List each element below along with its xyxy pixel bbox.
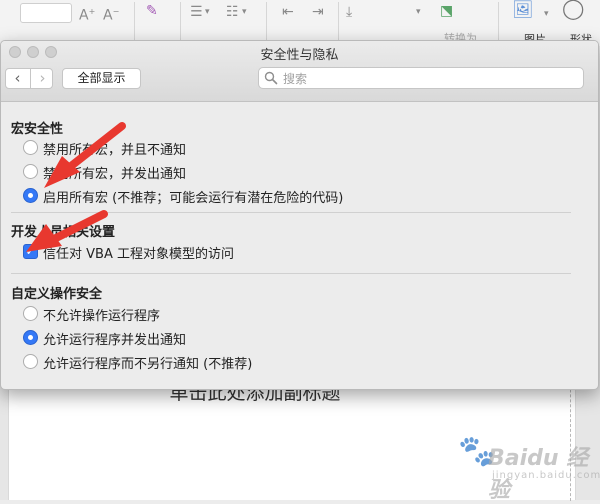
radio-button[interactable] <box>23 164 38 179</box>
ribbon-divider <box>180 2 181 42</box>
clear-format-icon[interactable]: ✎ <box>146 3 158 19</box>
indent-icon[interactable]: ⇥ <box>312 4 324 20</box>
forward-button[interactable]: › <box>30 69 54 88</box>
shapes-icon[interactable]: ◯ <box>562 0 584 18</box>
radio-button-selected[interactable] <box>23 330 38 345</box>
back-button[interactable]: ‹ <box>6 69 29 88</box>
text-direction-icon[interactable]: ⤓ <box>346 4 352 20</box>
nav-button-group: ‹ › <box>5 68 53 89</box>
bullets-icon[interactable]: ☰ <box>190 4 203 20</box>
search-field[interactable]: 搜索 <box>258 67 584 89</box>
dialog-title: 安全性与隐私 <box>260 48 339 63</box>
ribbon-divider <box>266 2 267 42</box>
font-size-down-icon[interactable]: A− <box>103 4 119 24</box>
font-size-up-icon[interactable]: A+ <box>79 4 95 24</box>
numbering-icon[interactable]: ☷ <box>226 4 239 20</box>
watermark: 🐾 Baidu 经验 jingyan.baidu.com <box>458 432 600 503</box>
option-label: 不允许操作运行程序 <box>43 309 161 324</box>
convert-smartart-icon[interactable]: ⬔ <box>440 3 453 19</box>
radio-button[interactable] <box>23 354 38 369</box>
search-icon <box>264 71 278 85</box>
option-label: 允许运行程序并发出通知 <box>43 333 187 348</box>
numbering-dropdown-icon[interactable]: ▾ <box>242 4 247 20</box>
annotation-arrow-icon <box>26 210 108 252</box>
section-divider <box>11 273 571 274</box>
picture-icon[interactable]: 🖼 <box>512 2 534 19</box>
outdent-icon[interactable]: ⇤ <box>282 4 294 20</box>
ribbon-divider <box>338 2 339 42</box>
radio-button[interactable] <box>23 306 38 321</box>
watermark-url: jingyan.baidu.com <box>492 470 600 481</box>
radio-button[interactable] <box>23 140 38 155</box>
section-title-custom-action: 自定义操作安全 <box>11 287 103 302</box>
show-all-button[interactable]: 全部显示 <box>62 68 141 89</box>
ribbon-divider <box>134 2 135 42</box>
ribbon-divider <box>498 2 499 42</box>
option-label: 允许运行程序而不另行通知 (不推荐) <box>43 357 253 372</box>
font-size-box[interactable] <box>20 3 72 23</box>
align-dropdown-icon[interactable]: ▾ <box>416 4 421 20</box>
bullets-dropdown-icon[interactable]: ▾ <box>205 4 210 20</box>
titlebar: 安全性与隐私 ‹ › 全部显示 搜索 <box>1 41 598 102</box>
search-placeholder: 搜索 <box>283 72 308 86</box>
annotation-arrow-icon <box>44 122 126 188</box>
picture-dropdown-icon[interactable]: ▾ <box>544 6 549 22</box>
radio-button-selected[interactable] <box>23 188 38 203</box>
